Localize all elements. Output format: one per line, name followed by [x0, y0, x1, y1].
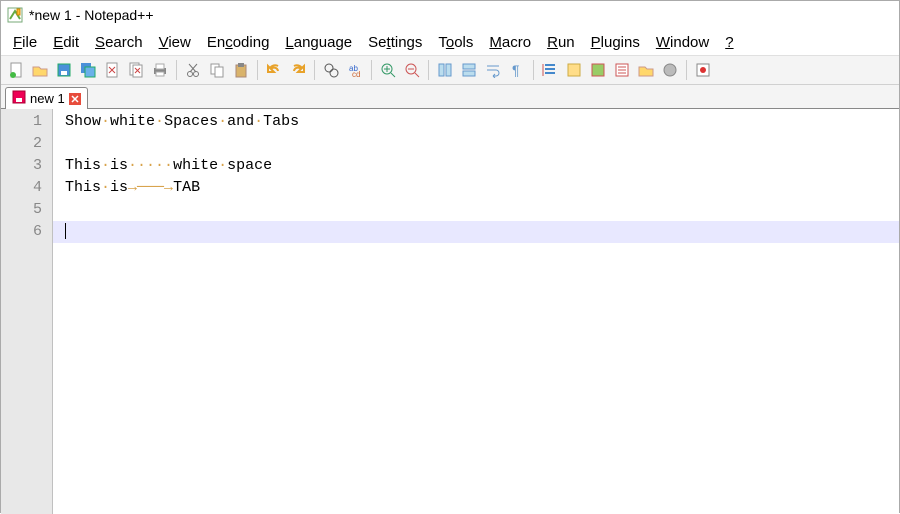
code-line-current — [53, 221, 899, 243]
menu-help[interactable]: ? — [717, 31, 741, 54]
window-title: *new 1 - Notepad++ — [29, 7, 154, 23]
line-number: 3 — [1, 155, 52, 177]
show-all-chars-icon[interactable]: ¶ — [506, 59, 528, 81]
tab-close-icon[interactable] — [69, 93, 81, 105]
replace-icon[interactable]: abcd — [344, 59, 366, 81]
print-icon[interactable] — [149, 59, 171, 81]
line-number: 4 — [1, 177, 52, 199]
tab-label: new 1 — [30, 91, 65, 106]
tab-char-icon: →───→ — [128, 177, 173, 199]
wrap-icon[interactable] — [482, 59, 504, 81]
save-all-icon[interactable] — [77, 59, 99, 81]
code-line: This·is→───→TAB — [53, 177, 899, 199]
text-caret — [65, 223, 66, 239]
menu-window[interactable]: Window — [648, 31, 717, 54]
file-tab[interactable]: new 1 — [5, 87, 88, 109]
svg-text:¶: ¶ — [512, 62, 520, 78]
save-icon[interactable] — [53, 59, 75, 81]
toolbar-separator — [176, 60, 177, 80]
svg-text:cd: cd — [352, 70, 360, 78]
toolbar-separator — [533, 60, 534, 80]
open-file-icon[interactable] — [29, 59, 51, 81]
monitor-icon[interactable] — [659, 59, 681, 81]
menu-view[interactable]: View — [151, 31, 199, 54]
record-macro-icon[interactable] — [692, 59, 714, 81]
indent-guide-icon[interactable] — [539, 59, 561, 81]
code-line — [53, 133, 899, 155]
toolbar-separator — [428, 60, 429, 80]
title-bar: *new 1 - Notepad++ — [1, 1, 899, 29]
copy-icon[interactable] — [206, 59, 228, 81]
menu-macro[interactable]: Macro — [481, 31, 539, 54]
cut-icon[interactable] — [182, 59, 204, 81]
toolbar-separator — [257, 60, 258, 80]
menu-plugins[interactable]: Plugins — [583, 31, 648, 54]
func-list-icon[interactable] — [611, 59, 633, 81]
menu-encoding[interactable]: Encoding — [199, 31, 278, 54]
code-line: This·is·····white·space — [53, 155, 899, 177]
user-lang-icon[interactable] — [563, 59, 585, 81]
menu-edit[interactable]: Edit — [45, 31, 87, 54]
sync-h-icon[interactable] — [458, 59, 480, 81]
folder-icon[interactable] — [635, 59, 657, 81]
menu-search[interactable]: Search — [87, 31, 151, 54]
paste-icon[interactable] — [230, 59, 252, 81]
menu-tools[interactable]: Tools — [430, 31, 481, 54]
sync-v-icon[interactable] — [434, 59, 456, 81]
line-number: 5 — [1, 199, 52, 221]
zoom-in-icon[interactable] — [377, 59, 399, 81]
tab-unsaved-icon — [12, 90, 26, 107]
line-number-gutter: 1 2 3 4 5 6 — [1, 109, 53, 514]
menu-run[interactable]: Run — [539, 31, 583, 54]
toolbar-separator — [686, 60, 687, 80]
code-area[interactable]: Show·white·Spaces·and·Tabs This·is·····w… — [53, 109, 899, 514]
close-file-icon[interactable] — [101, 59, 123, 81]
doc-map-icon[interactable] — [587, 59, 609, 81]
zoom-out-icon[interactable] — [401, 59, 423, 81]
undo-icon[interactable] — [263, 59, 285, 81]
menu-bar: File Edit Search View Encoding Language … — [1, 29, 899, 55]
toolbar-separator — [314, 60, 315, 80]
menu-file[interactable]: File — [5, 31, 45, 54]
code-line: Show·white·Spaces·and·Tabs — [53, 111, 899, 133]
line-number: 1 — [1, 111, 52, 133]
toolbar-separator — [371, 60, 372, 80]
menu-language[interactable]: Language — [277, 31, 360, 54]
menu-settings[interactable]: Settings — [360, 31, 430, 54]
editor-area[interactable]: 1 2 3 4 5 6 Show·white·Spaces·and·Tabs T… — [1, 109, 899, 514]
redo-icon[interactable] — [287, 59, 309, 81]
line-number: 2 — [1, 133, 52, 155]
app-icon — [7, 7, 23, 23]
close-all-icon[interactable] — [125, 59, 147, 81]
line-number: 6 — [1, 221, 52, 243]
new-file-icon[interactable] — [5, 59, 27, 81]
code-line — [53, 199, 899, 221]
find-icon[interactable] — [320, 59, 342, 81]
tab-bar: new 1 — [1, 85, 899, 109]
toolbar: abcd ¶ — [1, 55, 899, 85]
